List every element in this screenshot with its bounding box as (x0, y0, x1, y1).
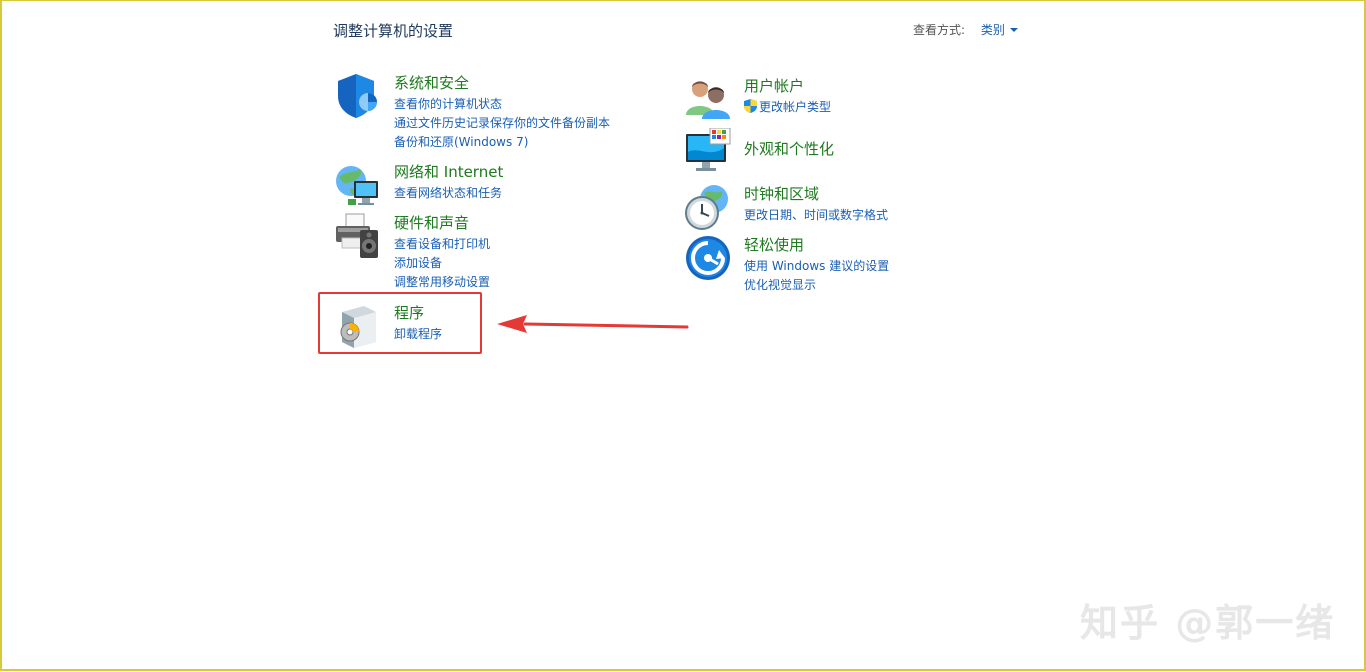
monitor-palette-icon[interactable] (684, 128, 732, 176)
red-arrow-annotation (497, 315, 689, 333)
link-optimize-display[interactable]: 优化视觉显示 (744, 276, 889, 295)
link-recommended-settings[interactable]: 使用 Windows 建议的设置 (744, 257, 889, 276)
link-change-account-type[interactable]: 更改帐户类型 (744, 98, 831, 117)
category-title[interactable]: 网络和 Internet (394, 161, 503, 182)
view-by-label: 查看方式: (913, 23, 966, 37)
link-date-time-format[interactable]: 更改日期、时间或数字格式 (744, 206, 888, 225)
link-label[interactable]: 更改帐户类型 (759, 100, 831, 114)
chevron-down-icon[interactable] (1009, 28, 1018, 32)
uac-shield-icon (744, 99, 757, 113)
link-mobility-settings[interactable]: 调整常用移动设置 (394, 273, 490, 292)
link-devices-printers[interactable]: 查看设备和打印机 (394, 235, 490, 254)
clock-globe-icon[interactable] (684, 183, 732, 231)
printer-speaker-icon[interactable] (334, 212, 382, 260)
network-globe-icon[interactable] (334, 161, 382, 209)
view-by: 查看方式: 类别 (913, 21, 1018, 38)
link-add-device[interactable]: 添加设备 (394, 254, 490, 273)
users-icon[interactable] (684, 75, 732, 123)
category-title[interactable]: 系统和安全 (394, 72, 469, 93)
shield-icon[interactable] (334, 72, 382, 120)
view-by-value[interactable]: 类别 (981, 23, 1005, 37)
ease-of-access-icon[interactable] (684, 234, 732, 282)
category-title[interactable]: 外观和个性化 (744, 138, 834, 159)
category-title[interactable]: 硬件和声音 (394, 212, 469, 233)
link-backup-restore[interactable]: 备份和还原(Windows 7) (394, 133, 610, 152)
link-network-status[interactable]: 查看网络状态和任务 (394, 184, 502, 203)
view-by-dropdown[interactable]: 类别 (981, 23, 1018, 37)
page-title: 调整计算机的设置 (333, 22, 454, 40)
highlight-box (318, 292, 482, 354)
category-title[interactable]: 轻松使用 (744, 234, 804, 255)
category-title[interactable]: 时钟和区域 (744, 183, 819, 204)
link-file-history[interactable]: 通过文件历史记录保存你的文件备份副本 (394, 114, 610, 133)
link-view-computer-status[interactable]: 查看你的计算机状态 (394, 95, 610, 114)
watermark: 知乎 @郭一绪 (1080, 601, 1336, 645)
category-title[interactable]: 用户帐户 (744, 75, 804, 96)
